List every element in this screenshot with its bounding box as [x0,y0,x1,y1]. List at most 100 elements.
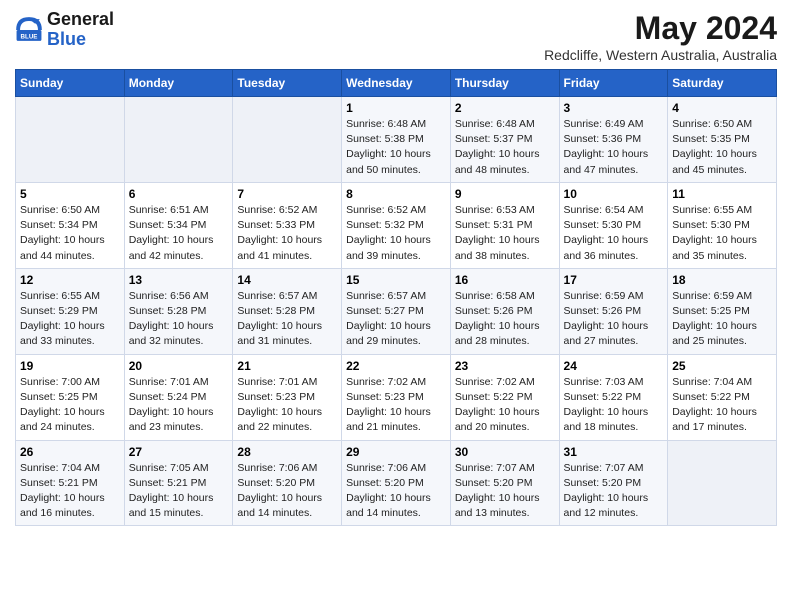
day-number: 25 [672,359,772,373]
day-info: Sunrise: 6:59 AM Sunset: 5:25 PM Dayligh… [672,289,772,350]
day-info: Sunrise: 6:57 AM Sunset: 5:28 PM Dayligh… [237,289,337,350]
day-number: 16 [455,273,555,287]
day-info: Sunrise: 6:59 AM Sunset: 5:26 PM Dayligh… [564,289,664,350]
week-row-3: 12 Sunrise: 6:55 AM Sunset: 5:29 PM Dayli… [16,268,777,354]
day-info: Sunrise: 7:03 AM Sunset: 5:22 PM Dayligh… [564,375,664,436]
svg-text:BLUE: BLUE [21,33,38,40]
calendar-cell [124,97,233,183]
day-number: 15 [346,273,446,287]
day-number: 8 [346,187,446,201]
day-info: Sunrise: 7:01 AM Sunset: 5:23 PM Dayligh… [237,375,337,436]
day-info: Sunrise: 7:07 AM Sunset: 5:20 PM Dayligh… [455,461,555,522]
calendar-cell: 25 Sunrise: 7:04 AM Sunset: 5:22 PM Dayli… [668,354,777,440]
day-number: 4 [672,101,772,115]
header-day-friday: Friday [559,70,668,97]
day-number: 19 [20,359,120,373]
day-info: Sunrise: 7:07 AM Sunset: 5:20 PM Dayligh… [564,461,664,522]
day-info: Sunrise: 7:04 AM Sunset: 5:21 PM Dayligh… [20,461,120,522]
calendar-cell: 30Sunrise: 7:07 AM Sunset: 5:20 PM Dayli… [450,440,559,526]
calendar-cell: 4Sunrise: 6:50 AM Sunset: 5:35 PM Daylig… [668,97,777,183]
day-info: Sunrise: 6:54 AM Sunset: 5:30 PM Dayligh… [564,203,664,264]
calendar-cell [233,97,342,183]
calendar-cell: 22 Sunrise: 7:02 AM Sunset: 5:23 PM Dayli… [342,354,451,440]
calendar-cell: 26Sunrise: 7:04 AM Sunset: 5:21 PM Dayli… [16,440,125,526]
calendar-cell: 17 Sunrise: 6:59 AM Sunset: 5:26 PM Dayli… [559,268,668,354]
day-number: 7 [237,187,337,201]
calendar-cell: 14 Sunrise: 6:57 AM Sunset: 5:28 PM Dayli… [233,268,342,354]
day-info: Sunrise: 6:51 AM Sunset: 5:34 PM Dayligh… [129,203,229,264]
calendar-cell: 16 Sunrise: 6:58 AM Sunset: 5:26 PM Dayli… [450,268,559,354]
calendar-cell [668,440,777,526]
day-number: 18 [672,273,772,287]
calendar-cell: 2Sunrise: 6:48 AM Sunset: 5:37 PM Daylig… [450,97,559,183]
logo-icon: BLUE [15,16,43,44]
day-info: Sunrise: 6:53 AM Sunset: 5:31 PM Dayligh… [455,203,555,264]
header-day-thursday: Thursday [450,70,559,97]
day-number: 22 [346,359,446,373]
calendar-cell: 18 Sunrise: 6:59 AM Sunset: 5:25 PM Dayli… [668,268,777,354]
header-day-monday: Monday [124,70,233,97]
calendar-body: 1Sunrise: 6:48 AM Sunset: 5:38 PM Daylig… [16,97,777,526]
day-info: Sunrise: 6:55 AM Sunset: 5:30 PM Dayligh… [672,203,772,264]
day-number: 5 [20,187,120,201]
calendar-cell: 12 Sunrise: 6:55 AM Sunset: 5:29 PM Dayli… [16,268,125,354]
calendar-cell: 5 Sunrise: 6:50 AM Sunset: 5:34 PM Daylig… [16,182,125,268]
day-info: Sunrise: 6:48 AM Sunset: 5:38 PM Dayligh… [346,117,446,178]
day-info: Sunrise: 6:52 AM Sunset: 5:33 PM Dayligh… [237,203,337,264]
day-info: Sunrise: 6:48 AM Sunset: 5:37 PM Dayligh… [455,117,555,178]
title-block: May 2024 Redcliffe, Western Australia, A… [544,10,777,63]
header-day-sunday: Sunday [16,70,125,97]
day-number: 14 [237,273,337,287]
day-info: Sunrise: 6:57 AM Sunset: 5:27 PM Dayligh… [346,289,446,350]
day-number: 28 [237,445,337,459]
week-row-1: 1Sunrise: 6:48 AM Sunset: 5:38 PM Daylig… [16,97,777,183]
header-day-wednesday: Wednesday [342,70,451,97]
calendar-cell: 1Sunrise: 6:48 AM Sunset: 5:38 PM Daylig… [342,97,451,183]
day-info: Sunrise: 7:02 AM Sunset: 5:23 PM Dayligh… [346,375,446,436]
day-number: 27 [129,445,229,459]
subtitle: Redcliffe, Western Australia, Australia [544,47,777,63]
header-day-tuesday: Tuesday [233,70,342,97]
calendar-cell: 9 Sunrise: 6:53 AM Sunset: 5:31 PM Daylig… [450,182,559,268]
day-info: Sunrise: 6:50 AM Sunset: 5:34 PM Dayligh… [20,203,120,264]
calendar-cell: 3 Sunrise: 6:49 AM Sunset: 5:36 PM Daylig… [559,97,668,183]
day-number: 21 [237,359,337,373]
day-info: Sunrise: 6:55 AM Sunset: 5:29 PM Dayligh… [20,289,120,350]
day-number: 17 [564,273,664,287]
day-number: 24 [564,359,664,373]
calendar-cell: 27 Sunrise: 7:05 AM Sunset: 5:21 PM Dayli… [124,440,233,526]
calendar-cell: 23Sunrise: 7:02 AM Sunset: 5:22 PM Dayli… [450,354,559,440]
calendar-cell: 24 Sunrise: 7:03 AM Sunset: 5:22 PM Dayli… [559,354,668,440]
day-number: 3 [564,101,664,115]
calendar-cell: 31Sunrise: 7:07 AM Sunset: 5:20 PM Dayli… [559,440,668,526]
header-row: SundayMondayTuesdayWednesdayThursdayFrid… [16,70,777,97]
calendar-cell: 19 Sunrise: 7:00 AM Sunset: 5:25 PM Dayli… [16,354,125,440]
day-info: Sunrise: 7:04 AM Sunset: 5:22 PM Dayligh… [672,375,772,436]
calendar-cell: 10 Sunrise: 6:54 AM Sunset: 5:30 PM Dayli… [559,182,668,268]
day-number: 11 [672,187,772,201]
day-number: 6 [129,187,229,201]
day-info: Sunrise: 6:56 AM Sunset: 5:28 PM Dayligh… [129,289,229,350]
calendar-cell: 20Sunrise: 7:01 AM Sunset: 5:24 PM Dayli… [124,354,233,440]
header-day-saturday: Saturday [668,70,777,97]
day-info: Sunrise: 7:05 AM Sunset: 5:21 PM Dayligh… [129,461,229,522]
calendar-cell: 28Sunrise: 7:06 AM Sunset: 5:20 PM Dayli… [233,440,342,526]
main-title: May 2024 [544,10,777,47]
page-header: BLUE General Blue May 2024 Redcliffe, We… [15,10,777,63]
day-info: Sunrise: 7:00 AM Sunset: 5:25 PM Dayligh… [20,375,120,436]
day-info: Sunrise: 6:49 AM Sunset: 5:36 PM Dayligh… [564,117,664,178]
day-info: Sunrise: 6:58 AM Sunset: 5:26 PM Dayligh… [455,289,555,350]
day-number: 23 [455,359,555,373]
day-number: 29 [346,445,446,459]
day-number: 12 [20,273,120,287]
calendar-cell: 6 Sunrise: 6:51 AM Sunset: 5:34 PM Daylig… [124,182,233,268]
day-number: 13 [129,273,229,287]
calendar-cell: 29Sunrise: 7:06 AM Sunset: 5:20 PM Dayli… [342,440,451,526]
logo-general: General [47,10,114,30]
day-number: 9 [455,187,555,201]
logo: BLUE General Blue [15,10,114,50]
day-number: 10 [564,187,664,201]
calendar-cell: 11 Sunrise: 6:55 AM Sunset: 5:30 PM Dayli… [668,182,777,268]
day-info: Sunrise: 7:01 AM Sunset: 5:24 PM Dayligh… [129,375,229,436]
week-row-4: 19 Sunrise: 7:00 AM Sunset: 5:25 PM Dayli… [16,354,777,440]
